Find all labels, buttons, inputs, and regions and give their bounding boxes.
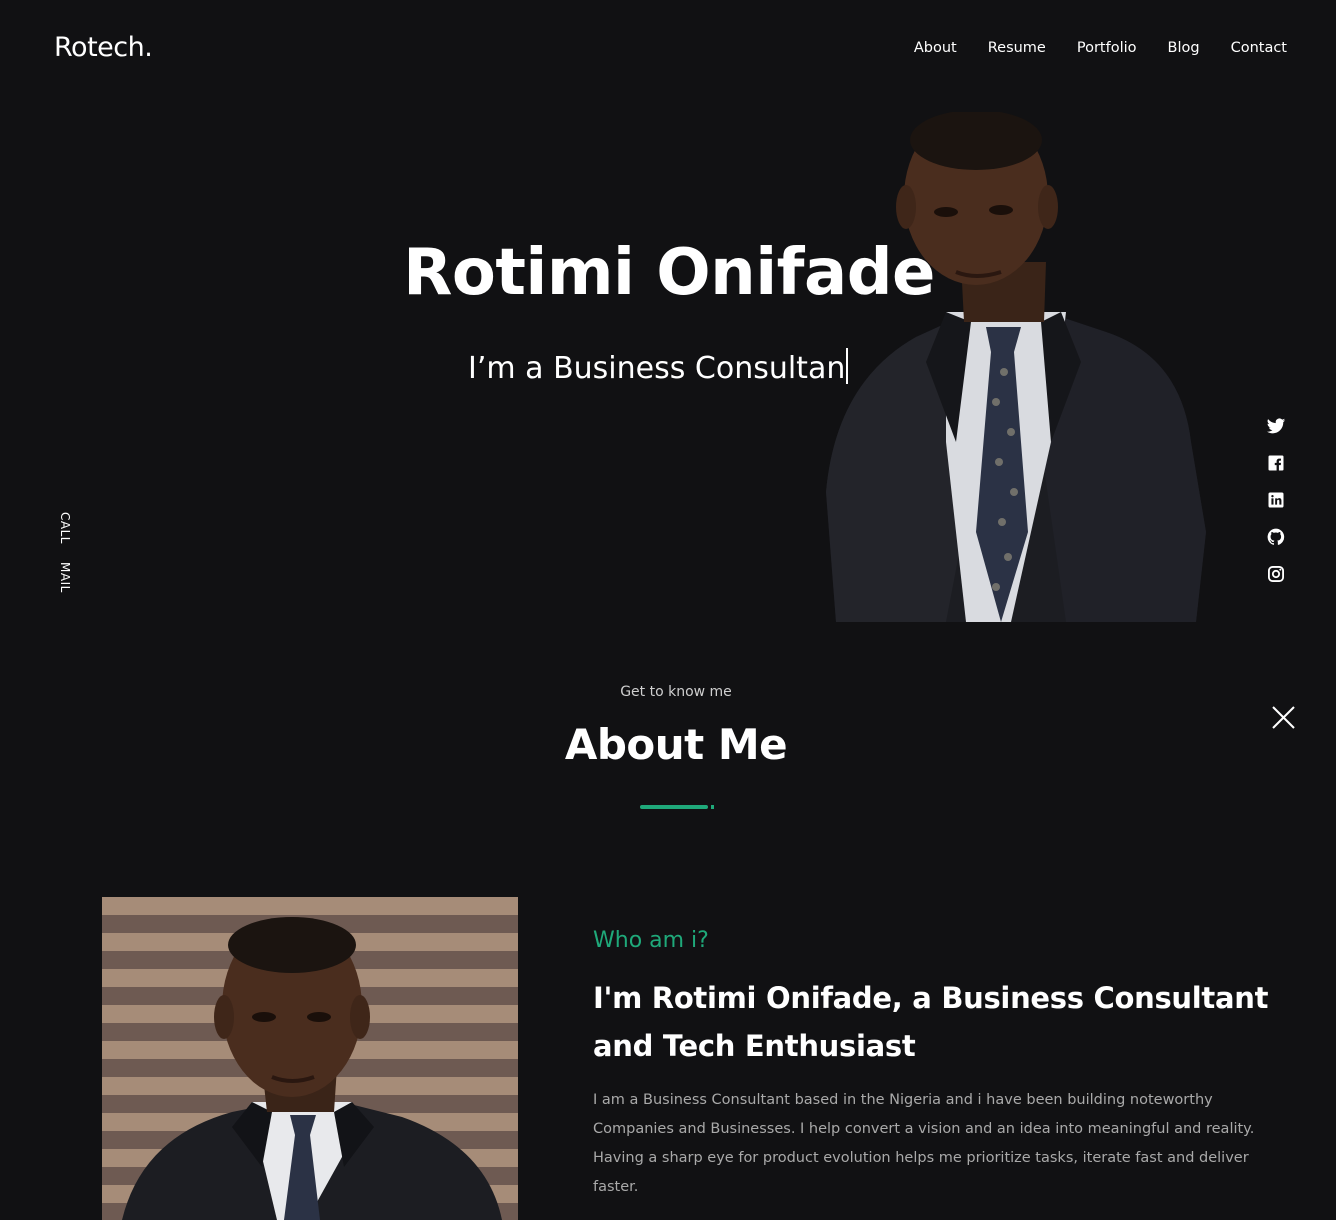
mail-link[interactable]: MAIL	[58, 562, 72, 593]
about-headline: I'm Rotimi Onifade, a Business Consultan…	[593, 981, 1269, 1063]
social-links	[1266, 416, 1286, 584]
typing-caret	[846, 348, 849, 384]
hero-name: Rotimi Onifade	[403, 236, 935, 310]
nav-about[interactable]: About	[914, 40, 957, 56]
about-title: About Me	[564, 720, 788, 769]
nav-resume[interactable]: Resume	[988, 40, 1046, 56]
site-logo[interactable]: Rotech.	[54, 32, 153, 63]
hero-portrait	[826, 112, 1206, 622]
page: Rotech. About Resume Portfolio Blog Cont…	[0, 0, 1336, 1220]
call-link[interactable]: CALL	[58, 512, 72, 544]
side-contact-links: CALL MAIL	[58, 512, 72, 593]
about-bio: I am a Business Consultant based in the …	[593, 1092, 1255, 1195]
linkedin-icon[interactable]	[1266, 490, 1286, 510]
github-icon[interactable]	[1266, 527, 1286, 547]
who-am-i-label: Who am i?	[593, 928, 709, 953]
instagram-icon[interactable]	[1266, 564, 1286, 584]
nav-contact[interactable]: Contact	[1231, 40, 1287, 56]
twitter-icon[interactable]	[1266, 416, 1286, 436]
close-icon[interactable]	[1271, 705, 1296, 730]
title-underline-dot	[711, 805, 714, 809]
nav-portfolio[interactable]: Portfolio	[1077, 40, 1137, 56]
about-kicker: Get to know me	[620, 684, 732, 700]
nav-blog[interactable]: Blog	[1168, 40, 1200, 56]
about-portrait	[102, 897, 518, 1220]
hero-typed-text: I’m a Business Consultan	[468, 351, 846, 386]
main-nav: About Resume Portfolio Blog Contact	[914, 40, 1287, 56]
hero-typed-subtitle: I’m a Business Consultan	[468, 348, 849, 386]
facebook-icon[interactable]	[1266, 453, 1286, 473]
title-underline	[640, 805, 708, 809]
